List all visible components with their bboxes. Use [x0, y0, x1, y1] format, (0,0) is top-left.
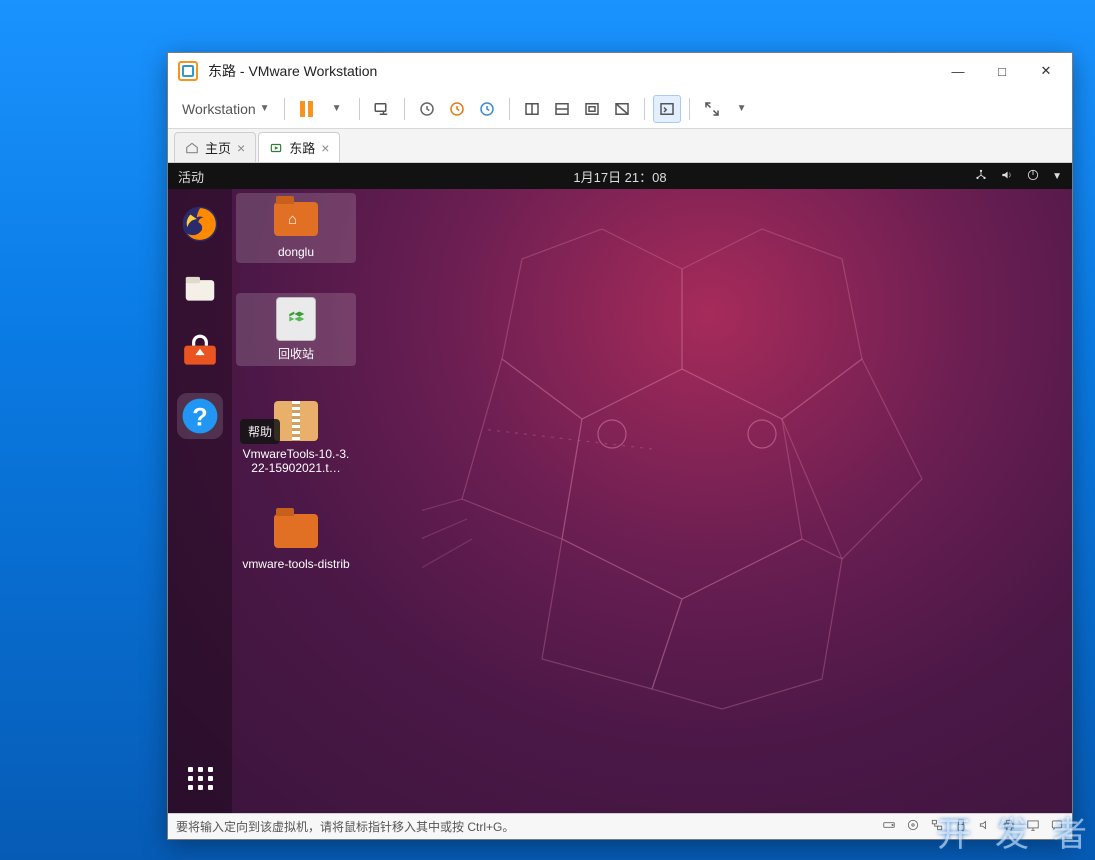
pause-icon — [300, 101, 313, 117]
workstation-menu[interactable]: Workstation▼ — [176, 97, 276, 121]
statusbar-hint: 要将输入定向到该虚拟机，请将鼠标指针移入其中或按 Ctrl+G。 — [176, 818, 514, 835]
minimize-button[interactable]: — — [936, 55, 980, 87]
system-menu-chevron-icon[interactable]: ▼ — [1052, 171, 1062, 182]
view-unity-button[interactable] — [608, 95, 636, 123]
tabs-bar: 主页 × 东路 × — [168, 129, 1072, 163]
titlebar: 东路 - VMware Workstation — □ ✕ — [168, 53, 1072, 89]
desktop-area[interactable]: ⌂ donglu 回收站 VmwareTools-10.-3.22-159020… — [232, 189, 1072, 813]
ubuntu-desktop: ? 帮助 — [168, 189, 1072, 813]
pause-button[interactable] — [293, 95, 321, 123]
network-icon[interactable] — [974, 168, 988, 185]
dock-help[interactable]: ? — [177, 393, 223, 439]
snapshot-take-button[interactable] — [413, 95, 441, 123]
close-tab-icon[interactable]: × — [321, 140, 329, 156]
clock[interactable]: 1月17日 21：08 — [573, 167, 666, 186]
home-icon — [185, 141, 199, 155]
close-tab-icon[interactable]: × — [237, 140, 245, 156]
dock-software[interactable] — [177, 329, 223, 375]
wallpaper-art — [422, 219, 962, 739]
desktop-home-folder[interactable]: ⌂ donglu — [236, 193, 356, 263]
desktop-trash[interactable]: 回收站 — [236, 293, 356, 366]
view-split-h-button[interactable] — [548, 95, 576, 123]
device-cd-icon[interactable] — [906, 818, 920, 835]
power-dropdown[interactable]: ▼ — [323, 95, 351, 123]
archive-icon — [274, 401, 318, 441]
vm-tab-icon — [269, 141, 283, 155]
activities-button[interactable]: 活动 — [178, 167, 204, 186]
tab-vm[interactable]: 东路 × — [258, 132, 340, 162]
view-single-button[interactable] — [518, 95, 546, 123]
dock-firefox[interactable] — [177, 201, 223, 247]
trash-icon — [276, 297, 316, 341]
power-icon[interactable] — [1026, 168, 1040, 185]
vmware-app-icon — [178, 61, 198, 81]
vmware-window: 东路 - VMware Workstation — □ ✕ Workstatio… — [167, 52, 1073, 840]
dock-tooltip: 帮助 — [240, 419, 280, 444]
vm-display[interactable]: 活动 1月17日 21：08 ▼ — [168, 163, 1072, 813]
dock-show-apps[interactable] — [177, 755, 223, 801]
desktop-folder-distrib[interactable]: vmware-tools-distrib — [236, 505, 356, 575]
dock: ? — [168, 189, 232, 813]
svg-text:?: ? — [192, 404, 207, 432]
tab-home[interactable]: 主页 × — [174, 132, 256, 162]
window-title: 东路 - VMware Workstation — [208, 61, 936, 81]
send-ctrl-alt-del-button[interactable] — [368, 95, 396, 123]
volume-icon[interactable] — [1000, 168, 1014, 185]
snapshot-manager-button[interactable] — [473, 95, 501, 123]
watermark: 开 发 者 — [937, 807, 1089, 856]
home-icon: ⌂ — [288, 211, 297, 228]
device-harddisk-icon[interactable] — [882, 818, 896, 835]
dock-files[interactable] — [177, 265, 223, 311]
console-view-button[interactable] — [653, 95, 681, 123]
maximize-button[interactable]: □ — [980, 55, 1024, 87]
snapshot-revert-button[interactable] — [443, 95, 471, 123]
close-button[interactable]: ✕ — [1024, 55, 1068, 87]
toolbar: Workstation▼ ▼ — [168, 89, 1072, 129]
gnome-topbar: 活动 1月17日 21：08 ▼ — [168, 163, 1072, 189]
view-fullscreen-button[interactable] — [578, 95, 606, 123]
stretch-dropdown[interactable]: ▼ — [728, 95, 756, 123]
stretch-button[interactable] — [698, 95, 726, 123]
